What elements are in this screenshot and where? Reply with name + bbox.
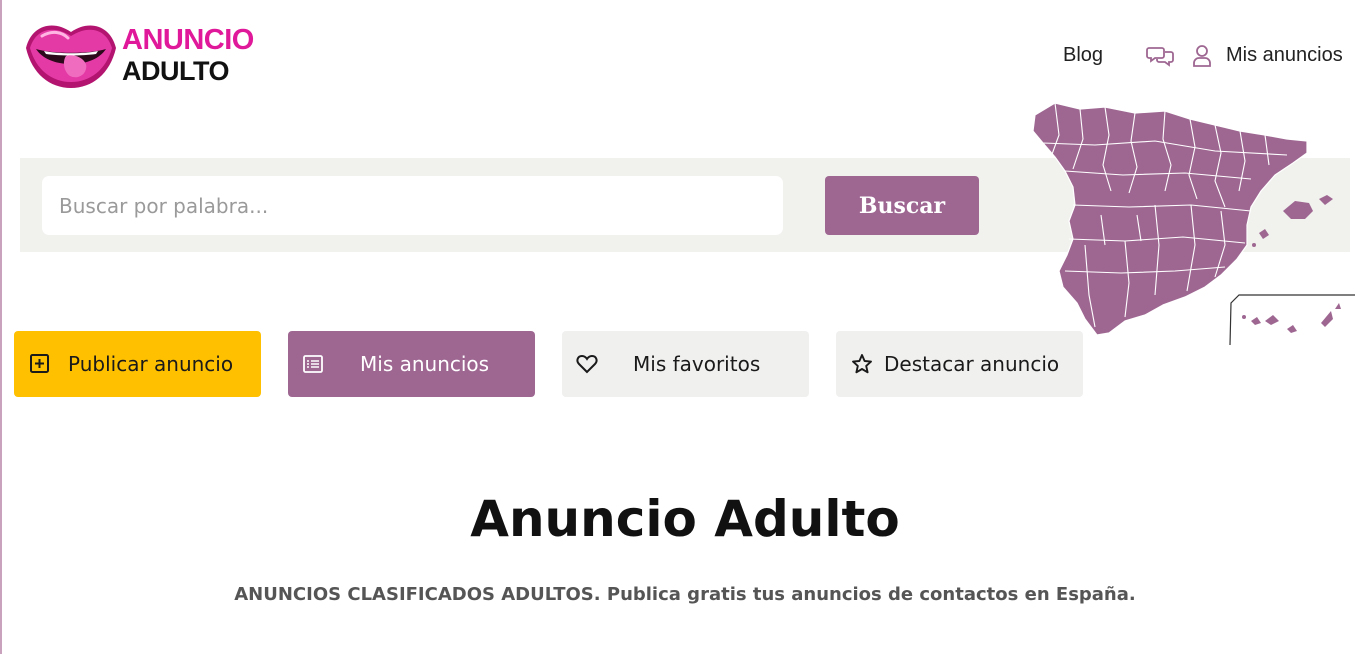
publicar-anuncio-label: Publicar anuncio	[68, 352, 234, 376]
list-icon	[303, 355, 323, 373]
page-left-border	[0, 0, 2, 654]
publicar-anuncio-button[interactable]: Publicar anuncio	[14, 331, 261, 397]
search-button[interactable]: Buscar	[825, 176, 979, 235]
mis-anuncios-button[interactable]: Mis anuncios	[288, 331, 535, 397]
nav-mis-anuncios-link[interactable]: Mis anuncios	[1226, 44, 1343, 67]
user-icon[interactable]	[1192, 44, 1212, 68]
mis-favoritos-button[interactable]: Mis favoritos	[562, 331, 809, 397]
mis-favoritos-label: Mis favoritos	[633, 352, 761, 376]
nav-blog-link[interactable]: Blog	[1063, 44, 1103, 67]
chat-bubbles-icon[interactable]	[1146, 44, 1174, 68]
spain-map[interactable]	[1025, 95, 1360, 347]
site-logo[interactable]: ANUNCIO ADULTO	[22, 18, 262, 93]
plus-square-icon	[30, 354, 49, 373]
logo-text-line2: ADULTO	[122, 56, 230, 86]
logo-text-line1: ANUNCIO	[122, 24, 254, 56]
search-input[interactable]	[42, 176, 783, 235]
destacar-anuncio-button[interactable]: Destacar anuncio	[836, 331, 1083, 397]
page-title: Anuncio Adulto	[470, 490, 900, 548]
page-subtitle: ANUNCIOS CLASIFICADOS ADULTOS. Publica g…	[234, 584, 1136, 605]
destacar-anuncio-label: Destacar anuncio	[884, 352, 1060, 376]
lips-icon	[26, 25, 116, 88]
mis-anuncios-label: Mis anuncios	[360, 352, 490, 376]
star-icon	[852, 354, 872, 374]
heart-icon	[576, 354, 598, 374]
